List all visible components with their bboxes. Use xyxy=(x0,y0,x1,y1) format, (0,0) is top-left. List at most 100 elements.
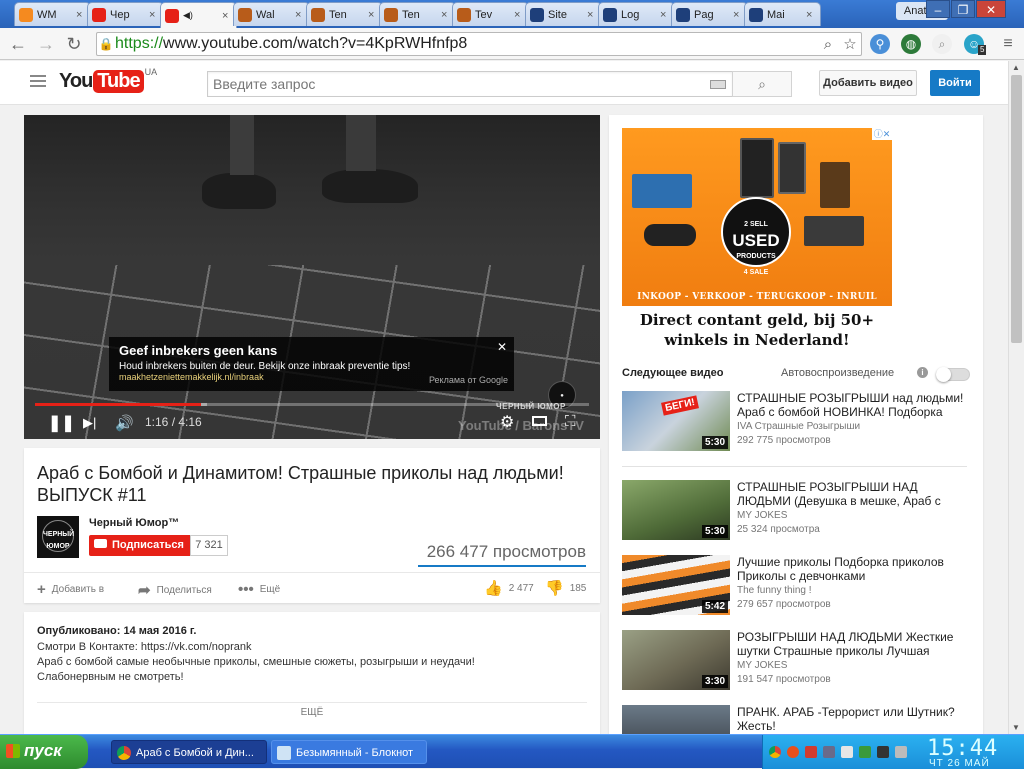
scroll-up-icon[interactable]: ▲ xyxy=(1012,63,1020,72)
autoplay-toggle[interactable] xyxy=(936,367,970,382)
browser-tab[interactable]: Ten × xyxy=(379,2,456,26)
video-thumbnail[interactable]: 3:30 xyxy=(622,630,730,690)
browser-tab[interactable]: Mai × xyxy=(744,2,821,26)
related-video[interactable]: БЕГИ! 5:30 СТРАШНЫЕ РОЗЫГРЫШИ над людьми… xyxy=(622,391,967,453)
chrome-menu-icon[interactable]: ≡ xyxy=(996,32,1020,56)
chrome-tray-icon[interactable] xyxy=(769,746,781,758)
overlay-ad-title[interactable]: Geef inbrekers geen kans xyxy=(119,343,504,358)
restore-button[interactable]: ❐ xyxy=(951,0,975,18)
video-thumbnail[interactable] xyxy=(622,705,730,735)
tab-close-icon[interactable]: × xyxy=(660,9,670,21)
search-button[interactable]: ⌕ xyxy=(732,71,792,97)
dislike-button[interactable]: 👎 185 xyxy=(545,579,586,597)
bookmark-star-icon[interactable]: ☆ xyxy=(839,35,861,53)
channel-avatar[interactable]: ЧЕРНЫЙ ЮМОР xyxy=(37,516,79,558)
upload-video-button[interactable]: Добавить видео xyxy=(819,70,917,96)
minimize-button[interactable]: – xyxy=(926,0,950,18)
security-tray-icon[interactable] xyxy=(805,746,817,758)
share-button[interactable]: ➦ Поделиться xyxy=(138,581,212,599)
browser-tab[interactable]: Tev × xyxy=(452,2,529,26)
tab-audio-icon[interactable]: ◀) xyxy=(183,10,193,21)
scrollbar-thumb[interactable] xyxy=(1011,75,1022,343)
app-tray-icon[interactable] xyxy=(859,746,871,758)
related-video[interactable]: 3:30 РОЗЫГРЫШИ НАД ЛЮДЬМИ Жесткие шутки … xyxy=(622,630,967,692)
url-text[interactable]: https://www.youtube.com/watch?v=4KpRWHfn… xyxy=(115,35,817,53)
extension-globe-icon[interactable]: ◍ xyxy=(901,34,921,54)
video-player[interactable]: Geef inbrekers geen kans Houd inbrekers … xyxy=(24,115,600,439)
extension-link-icon[interactable]: ⚲ xyxy=(870,34,890,54)
channel-name-link[interactable]: Черный Юмор™ xyxy=(89,517,179,529)
volume-tray-icon[interactable] xyxy=(841,746,853,758)
browser-tab[interactable]: Log × xyxy=(598,2,675,26)
show-more-button[interactable]: ЕЩЁ xyxy=(37,702,587,718)
more-actions-button[interactable]: ••• Ещё xyxy=(238,581,280,598)
related-video[interactable]: 5:30 СТРАШНЫЕ РОЗЫГРЫШИ НАД ЛЮДЬМИ (Деву… xyxy=(622,480,967,542)
search-input[interactable]: Введите запрос xyxy=(207,71,733,97)
browser-tab[interactable]: Чер × xyxy=(87,2,164,26)
tab-close-icon[interactable]: × xyxy=(76,9,86,21)
browser-tab[interactable]: Site × xyxy=(525,2,602,26)
start-button[interactable]: пуск xyxy=(0,735,88,769)
volume-icon[interactable]: 🔊 xyxy=(115,414,134,432)
related-video[interactable]: ПРАНК. АРАБ -Террорист или Шутник? Жесть… xyxy=(622,705,967,735)
flash-tray-icon[interactable] xyxy=(787,746,799,758)
zoom-icon[interactable]: ⌕ xyxy=(817,36,839,53)
tab-close-icon[interactable]: × xyxy=(222,10,232,22)
tab-close-icon[interactable]: × xyxy=(441,9,451,21)
progress-bar[interactable] xyxy=(35,403,589,406)
video-thumbnail[interactable]: 5:42 xyxy=(622,555,730,615)
tab-close-icon[interactable]: × xyxy=(295,9,305,21)
guide-menu-icon[interactable] xyxy=(30,75,46,87)
next-icon[interactable]: ▶| xyxy=(83,415,96,431)
related-video-title[interactable]: Лучшие приколы Подборка приколов Приколы… xyxy=(737,555,967,583)
fullscreen-icon[interactable]: ⛶ xyxy=(565,413,576,430)
network-tray-icon[interactable] xyxy=(823,746,835,758)
subscribe-button[interactable]: Подписаться xyxy=(89,535,190,556)
settings-gear-icon[interactable]: ⚙ xyxy=(500,412,514,432)
close-window-button[interactable]: ✕ xyxy=(976,0,1006,18)
browser-tab[interactable]: Wal × xyxy=(233,2,310,26)
display-ad-banner[interactable]: 2 SELL USED PRODUCTS 4 SALE INKOOP - VER… xyxy=(622,128,892,353)
tab-close-icon[interactable]: × xyxy=(368,9,378,21)
forward-icon[interactable]: → xyxy=(34,32,58,56)
tab-close-icon[interactable]: × xyxy=(806,9,816,21)
close-icon[interactable]: ✕ xyxy=(497,340,507,354)
description-card: Опубликовано: 14 мая 2016 г. Смотри В Ко… xyxy=(24,612,600,734)
adchoices-close-icon[interactable]: ⓘ✕ xyxy=(872,128,892,140)
taskbar-button-notepad[interactable]: Безымянный - Блокнот xyxy=(271,740,427,764)
browser-tab[interactable]: Ten × xyxy=(306,2,383,26)
browser-tab[interactable]: Pag × xyxy=(671,2,748,26)
extension-search-icon[interactable]: ⌕ xyxy=(932,34,952,54)
related-video-title[interactable]: РОЗЫГРЫШИ НАД ЛЮДЬМИ Жесткие шутки Страш… xyxy=(737,630,967,658)
reload-icon[interactable]: ↻ xyxy=(62,32,86,56)
page-scrollbar[interactable]: ▲ ▼ xyxy=(1008,61,1024,734)
back-icon[interactable]: ← xyxy=(6,32,30,56)
add-to-button[interactable]: + Добавить в xyxy=(37,581,104,598)
taskbar-button-chrome[interactable]: Араб с Бомбой и Дин... xyxy=(111,740,267,764)
video-thumbnail[interactable]: 5:30 xyxy=(622,480,730,540)
related-video-title[interactable]: СТРАШНЫЕ РОЗЫГРЫШИ НАД ЛЮДЬМИ (Девушка в… xyxy=(737,480,967,508)
browser-tab[interactable]: WM × xyxy=(14,2,91,26)
theater-mode-icon[interactable] xyxy=(532,416,547,426)
sign-in-button[interactable]: Войти xyxy=(930,70,980,96)
tab-close-icon[interactable]: × xyxy=(733,9,743,21)
address-bar[interactable]: 🔒 https://www.youtube.com/watch?v=4KpRWH… xyxy=(96,32,862,56)
pause-icon[interactable]: ❚❚ xyxy=(48,413,75,433)
keyboard-icon[interactable] xyxy=(710,80,726,89)
related-video-title[interactable]: СТРАШНЫЕ РОЗЫГРЫШИ над людьми! Араб с бо… xyxy=(737,391,967,419)
tab-close-icon[interactable]: × xyxy=(514,9,524,21)
scroll-down-icon[interactable]: ▼ xyxy=(1012,723,1020,732)
language-tray-icon[interactable] xyxy=(895,746,907,758)
related-video[interactable]: 5:42 Лучшие приколы Подборка приколов Пр… xyxy=(622,555,967,617)
tab-close-icon[interactable]: × xyxy=(587,9,597,21)
overlay-ad[interactable]: Geef inbrekers geen kans Houd inbrekers … xyxy=(109,337,514,391)
player-controls: ❚❚ ▶| 🔊 1:16 / 4:16 ⚙ ⛶ xyxy=(24,408,600,439)
like-button[interactable]: 👍 2 477 xyxy=(484,579,534,597)
browser-tab[interactable]: ◀) × xyxy=(160,2,237,28)
youtube-logo[interactable]: You Tube UA xyxy=(59,67,157,93)
info-icon[interactable]: i xyxy=(917,367,928,378)
tab-close-icon[interactable]: × xyxy=(149,9,159,21)
video-thumbnail[interactable]: БЕГИ! 5:30 xyxy=(622,391,730,451)
related-video-title[interactable]: ПРАНК. АРАБ -Террорист или Шутник? Жесть… xyxy=(737,705,967,733)
device-tray-icon[interactable] xyxy=(877,746,889,758)
